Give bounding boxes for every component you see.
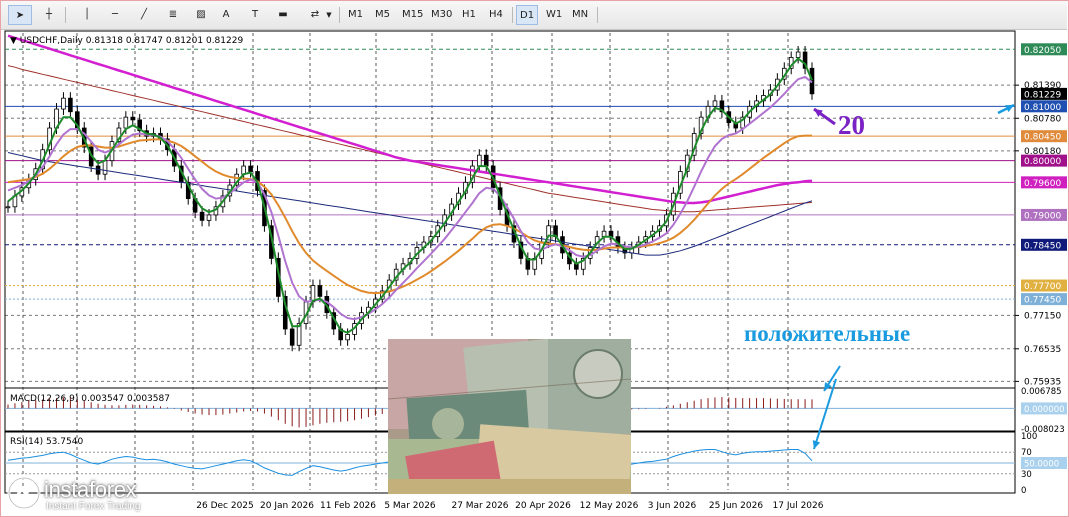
rsi-tick-label: 30 (1021, 470, 1032, 480)
timeframe-m5[interactable]: M5 (372, 5, 393, 25)
y-tick-label: 0.76535 (1024, 345, 1061, 355)
candle-body (317, 285, 323, 297)
drawing-toolbar: ➤ ┼ │ ─ ╱ ≣ ▨ A T ▬ ⇄ ▼ M1 M5 M15 M30 H1… (1, 1, 1067, 30)
macd-title: MACD(12,26,9) 0.003547 0.003587 (10, 394, 170, 404)
price-level-label: 0.77450 (1024, 296, 1061, 306)
timeframe-d1[interactable]: D1 (516, 5, 539, 25)
timeframe-w1[interactable]: W1 (543, 5, 565, 25)
x-tick-label: 3 Jun 2026 (648, 501, 697, 511)
banknotes-photo (388, 339, 631, 494)
macd-tick-label: 0.000000 (1024, 405, 1065, 415)
timeframe-m30[interactable]: M30 (428, 5, 455, 25)
candle-body (345, 334, 350, 341)
banknotes-image (388, 339, 631, 494)
candle-body (123, 116, 129, 129)
x-tick-label: 17 Jul 2026 (773, 501, 824, 511)
text-label-icon[interactable]: T (243, 5, 267, 25)
price-level-label: 0.80000 (1024, 157, 1061, 167)
candle-body (712, 100, 718, 107)
annotation-arrows (812, 103, 1015, 450)
annotation-20: 20 (838, 110, 865, 140)
crosshair-icon[interactable]: ┼ (37, 5, 61, 25)
toolbar-separator (597, 7, 598, 23)
candle-body (5, 206, 11, 209)
arrows-icon[interactable]: ⇄ (303, 5, 327, 25)
logo-icon (7, 476, 41, 510)
candle-body (477, 154, 482, 167)
moving-average-magenta (7, 34, 813, 205)
horizontal-line-icon[interactable]: ─ (103, 5, 127, 25)
chart-title: ▼ USDCHF,Daily 0.81318 0.81747 0.81201 0… (10, 36, 243, 46)
channel-icon[interactable]: ▨ (189, 5, 213, 25)
candle-body (206, 214, 212, 221)
candle-body (795, 51, 801, 58)
x-tick-label: 25 Jun 2026 (709, 501, 763, 511)
toolbar-separator (339, 7, 340, 23)
price-level-label: 0.80450 (1024, 133, 1061, 143)
rsi-tick-label: 0 (1021, 486, 1026, 496)
candle-body (130, 116, 136, 121)
chevron-down-icon[interactable]: ▼ (325, 5, 333, 25)
instaforex-logo: instaforex Instant Forex Trading (4, 473, 194, 515)
arrow-to-rsi-head (812, 440, 821, 449)
candle-body (248, 165, 253, 172)
timeframe-h1[interactable]: H1 (459, 5, 479, 25)
macd-tick-label: 0.006785 (1021, 387, 1062, 397)
price-level-label: 0.77700 (1024, 282, 1061, 292)
trendline-icon[interactable]: ╱ (132, 5, 156, 25)
fibonacci-icon[interactable]: ≣ (161, 5, 185, 25)
toolbar-separator (512, 7, 513, 23)
candle-body (95, 165, 101, 175)
price-level-label: 0.78450 (1024, 241, 1061, 251)
rsi-tick-label: 70 (1021, 448, 1032, 458)
x-tick-label: 20 Apr 2026 (515, 501, 571, 511)
logo-name: instaforex (44, 477, 137, 502)
timeframe-h4[interactable]: H4 (486, 5, 506, 25)
rsi-title: RSI(14) 53.7540 (10, 437, 83, 447)
vertical-line-icon[interactable]: │ (75, 5, 99, 25)
moving-average-darkred (7, 65, 813, 213)
y-tick-label: 0.77150 (1024, 311, 1061, 321)
annotation-positive: положительные (744, 321, 911, 346)
rectangle-icon[interactable]: ▬ (271, 5, 295, 25)
candle-body (102, 160, 108, 175)
price-level-label: 0.81229 (1024, 90, 1061, 100)
candle-body (289, 328, 295, 346)
rsi-tick-label: 100 (1021, 432, 1037, 442)
price-level-label: 0.79000 (1024, 211, 1061, 221)
cursor-icon[interactable]: ➤ (8, 5, 32, 25)
x-tick-label: 5 Mar 2026 (384, 501, 436, 511)
toolbar-separator (65, 7, 66, 23)
y-tick-label: 0.80780 (1024, 114, 1061, 124)
y-tick-label: 0.75935 (1024, 377, 1061, 387)
timeframe-mn[interactable]: MN (569, 5, 591, 25)
candle-body (61, 97, 66, 110)
x-tick-label: 27 Mar 2026 (451, 501, 508, 511)
x-tick-label: 20 Jan 2026 (260, 501, 314, 511)
price-level-label: 0.79600 (1024, 179, 1061, 189)
timeframe-m15[interactable]: M15 (399, 5, 426, 25)
candle-body (199, 211, 205, 221)
moving-average-green (7, 57, 813, 334)
candle-body (483, 154, 489, 167)
candle-body (68, 97, 73, 113)
text-icon[interactable]: A (214, 5, 238, 25)
x-tick-label: 11 Feb 2026 (320, 501, 376, 511)
x-tick-label: 12 May 2026 (580, 501, 639, 511)
timeframe-m1[interactable]: M1 (345, 5, 366, 25)
price-level-label: 0.81000 (1024, 103, 1061, 113)
logo-subtitle: Instant Forex Trading (46, 501, 141, 512)
price-level-label: 0.82050 (1024, 46, 1061, 56)
rsi-level-label: 50.0000 (1024, 460, 1059, 470)
x-tick-label: 26 Dec 2025 (196, 501, 254, 511)
